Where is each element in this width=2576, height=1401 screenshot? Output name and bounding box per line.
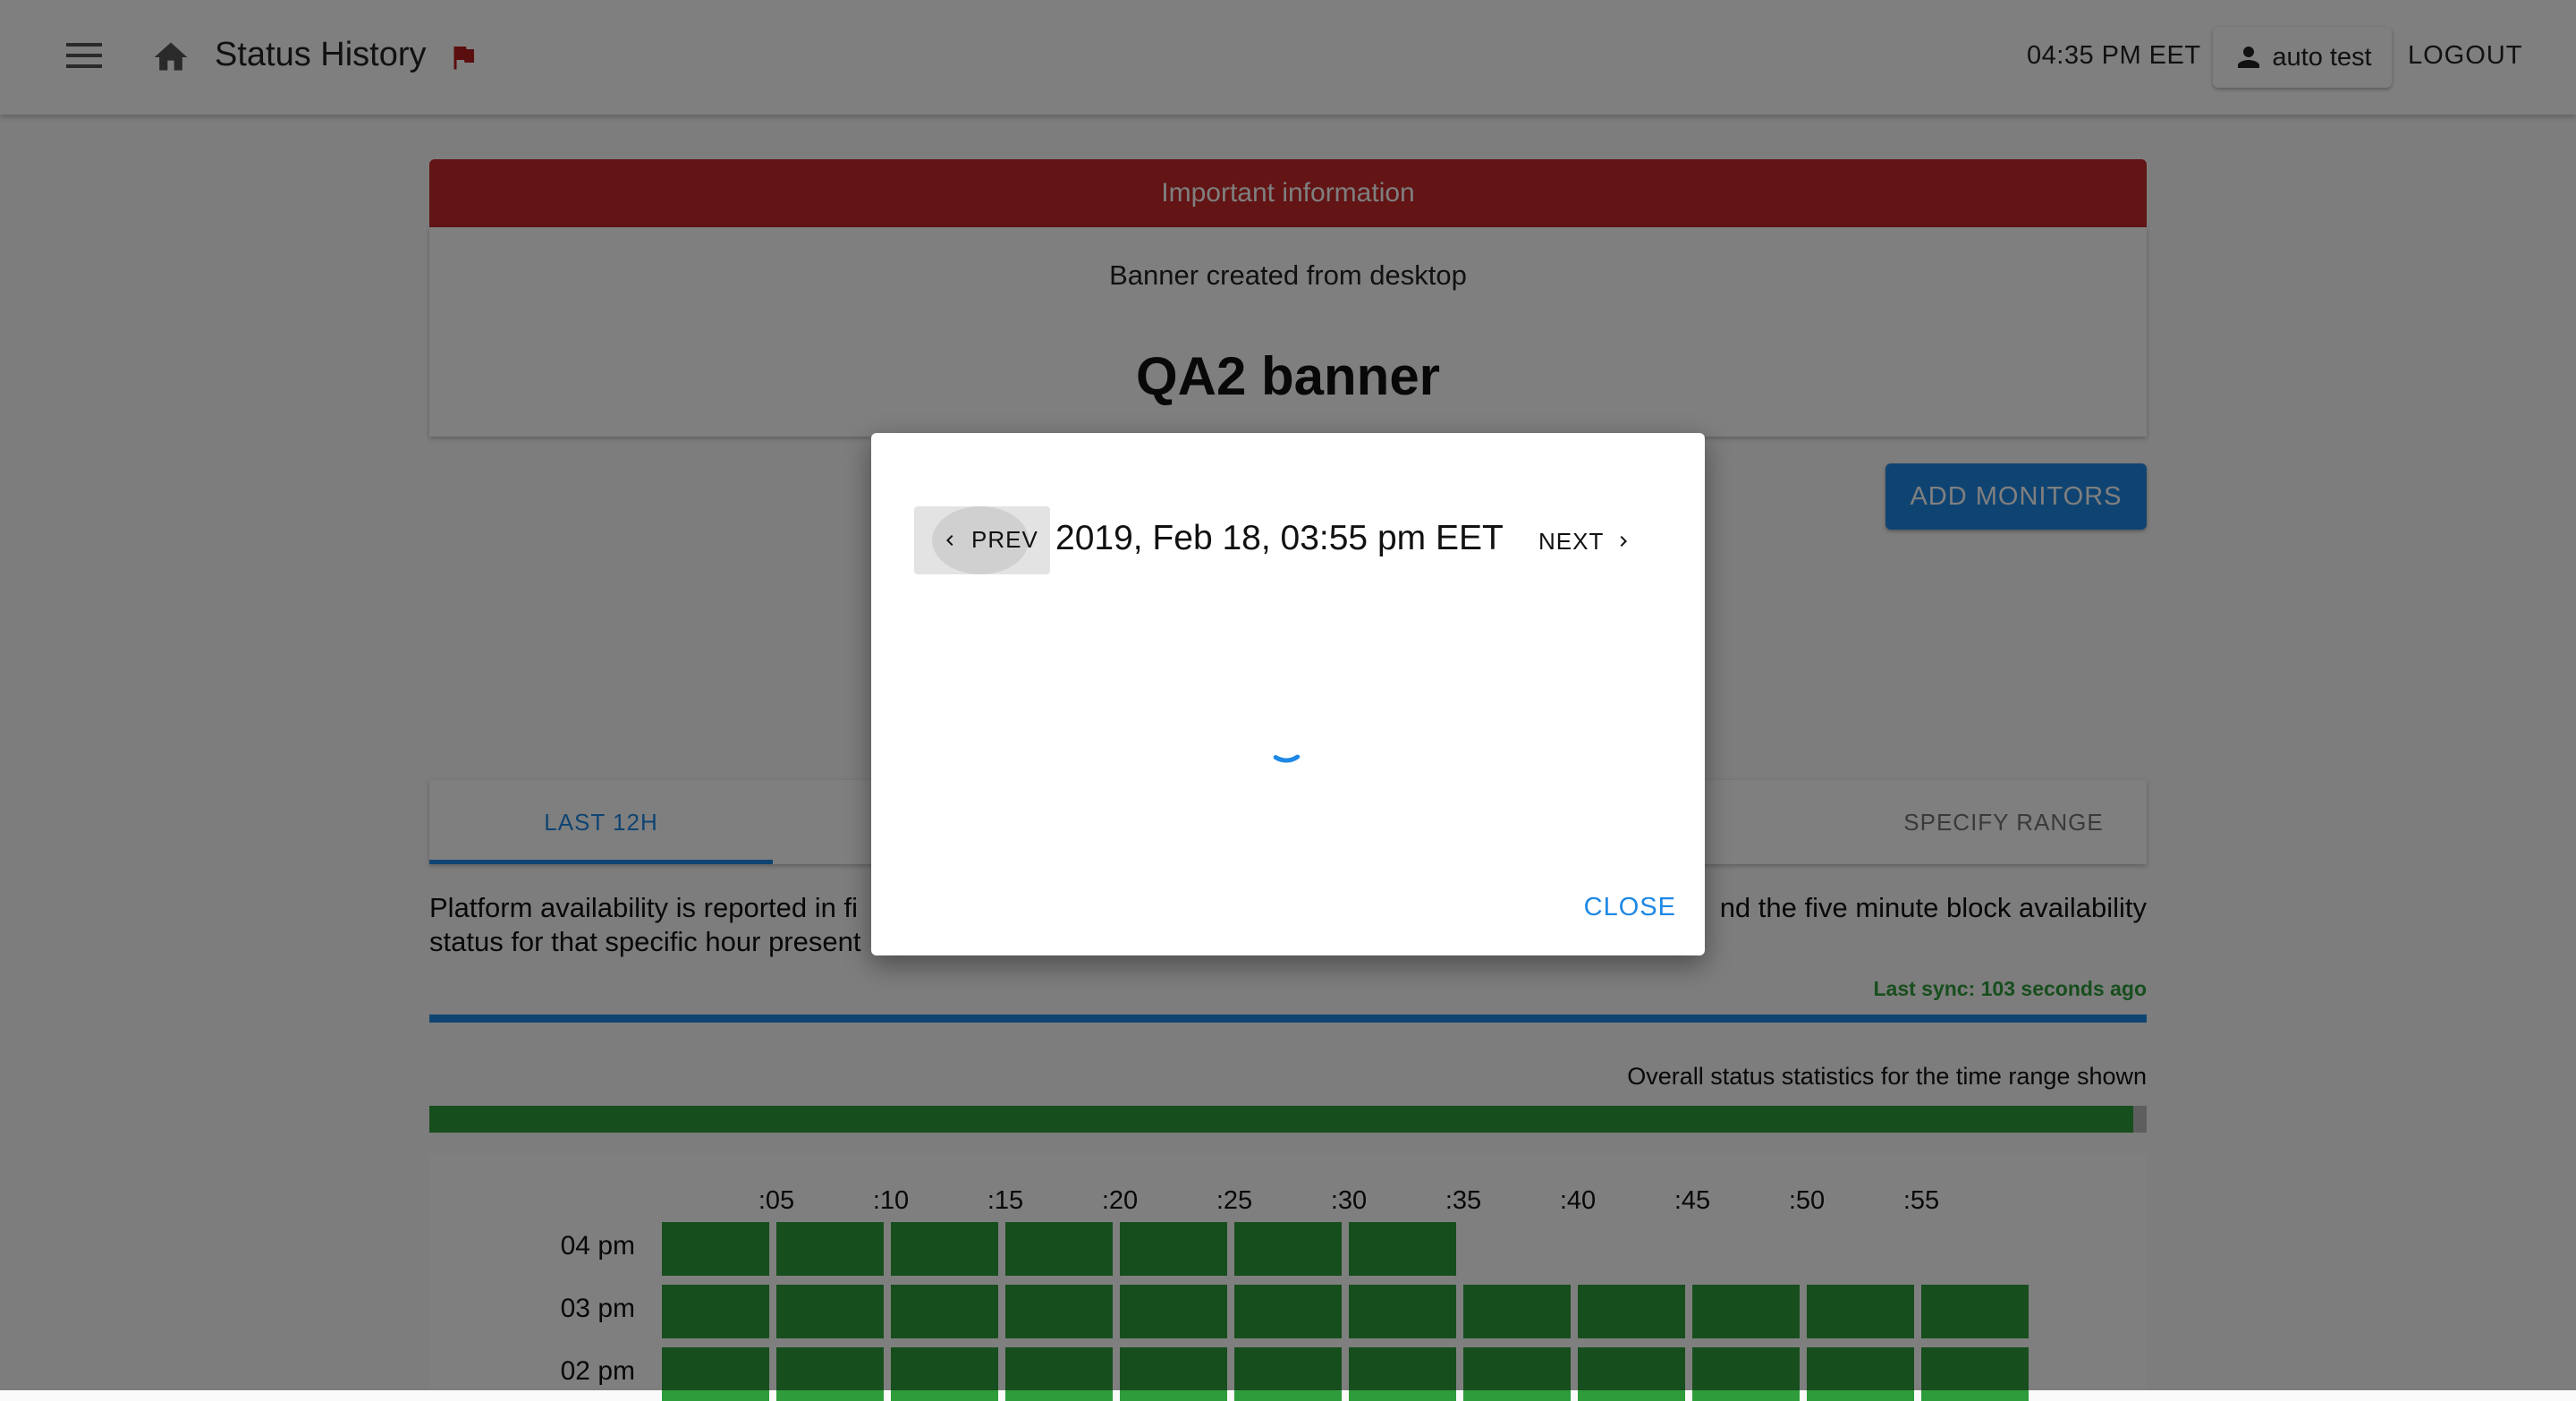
next-button[interactable]: NEXT xyxy=(1538,519,1634,564)
prev-label: PREV xyxy=(971,526,1038,553)
history-detail-dialog: PREV 2019, Feb 18, 03:55 pm EET NEXT CLO… xyxy=(871,433,1705,955)
chevron-right-icon xyxy=(1620,536,1628,547)
next-label: NEXT xyxy=(1538,527,1605,555)
chevron-left-icon xyxy=(946,535,953,546)
prev-button[interactable]: PREV xyxy=(914,506,1050,574)
dialog-date-title: 2019, Feb 18, 03:55 pm EET xyxy=(1055,519,1504,557)
loading-spinner-icon xyxy=(1259,714,1313,772)
close-button[interactable]: CLOSE xyxy=(1584,893,1676,922)
